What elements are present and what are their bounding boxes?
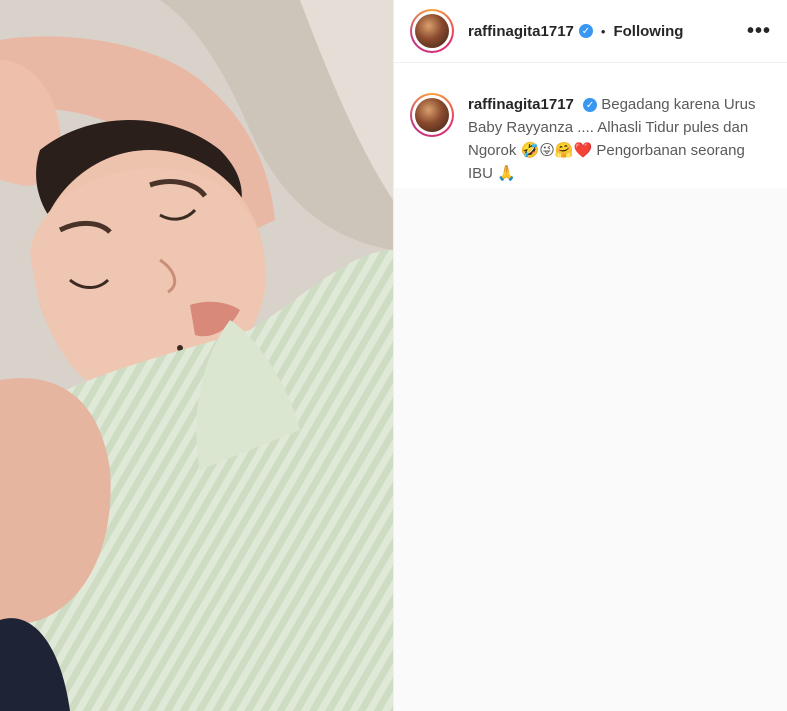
separator-dot: • — [600, 23, 606, 39]
avatar[interactable] — [410, 9, 454, 53]
post-side-panel: raffinagita1717 ✓ • Following ••• raffin… — [393, 0, 787, 711]
caption-username-link[interactable]: raffinagita1717 — [468, 96, 574, 113]
comments-area[interactable] — [394, 188, 787, 711]
verified-badge-icon: ✓ — [578, 24, 593, 38]
avatar-image — [415, 14, 449, 48]
sleeping-woman-photo — [0, 0, 393, 711]
caption-avatar-image — [415, 98, 449, 132]
post-header: raffinagita1717 ✓ • Following ••• — [394, 0, 787, 63]
caption-avatar-border — [412, 95, 452, 135]
instagram-post: raffinagita1717 ✓ • Following ••• raffin… — [0, 0, 787, 711]
more-options-icon[interactable]: ••• — [747, 20, 771, 43]
following-button[interactable]: Following — [613, 23, 683, 40]
post-photo[interactable] — [0, 0, 393, 711]
avatar-border — [412, 11, 452, 51]
caption-verified-badge-icon: ✓ — [583, 98, 598, 113]
caption: raffinagita1717 ✓ Begadang karena Urus B… — [394, 63, 787, 185]
username-link[interactable]: raffinagita1717 — [468, 23, 574, 40]
caption-text: raffinagita1717 ✓ Begadang karena Urus B… — [468, 93, 771, 185]
caption-avatar[interactable] — [410, 93, 454, 137]
